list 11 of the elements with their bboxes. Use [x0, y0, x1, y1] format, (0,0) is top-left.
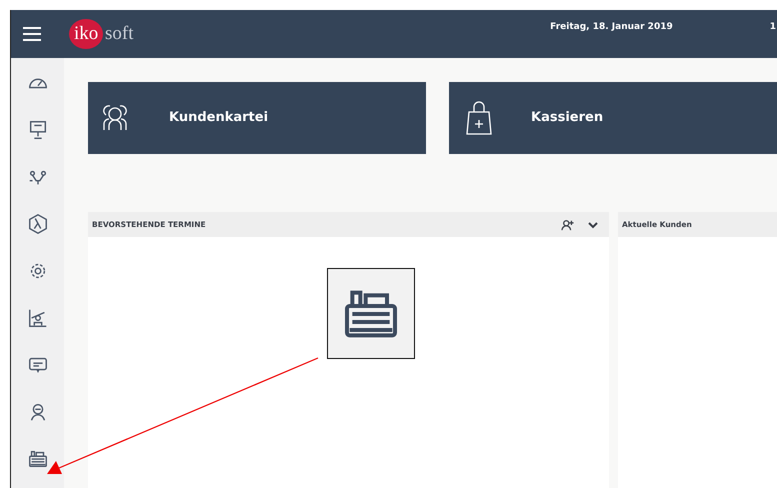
menu-icon[interactable] [22, 27, 42, 41]
tile-button[interactable]: Kassieren [449, 82, 777, 154]
time-text: 1 [770, 21, 776, 34]
tile-button[interactable]: Kundenkartei [88, 82, 426, 154]
logo-text: soft [105, 22, 134, 46]
date-text: Freitag, 18. Januar 2019 [550, 21, 673, 34]
cash-register-icon[interactable] [26, 448, 48, 470]
lambda-icon[interactable] [26, 213, 48, 235]
chart-person-icon[interactable] [26, 307, 48, 329]
logo-mark: iko [69, 19, 103, 49]
add-person-icon[interactable] [561, 218, 575, 230]
